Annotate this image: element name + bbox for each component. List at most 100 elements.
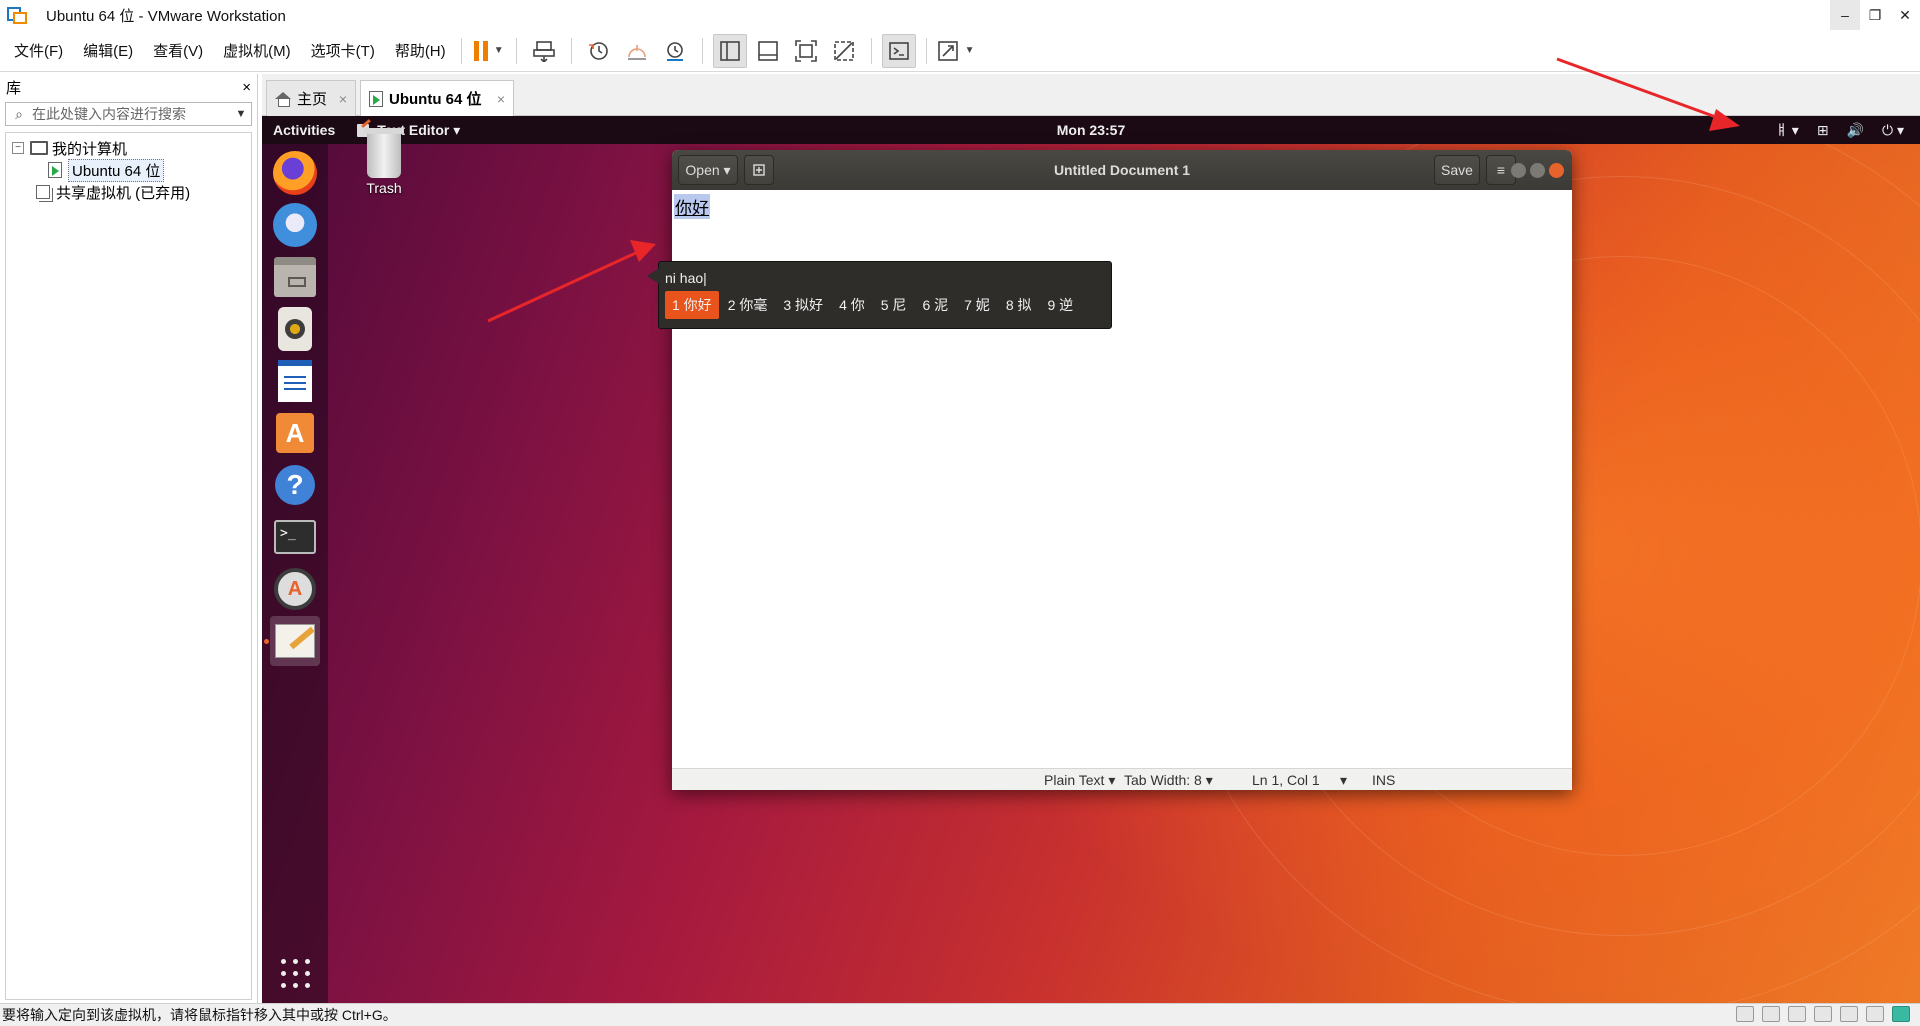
ime-candidate[interactable]: 6 泥 — [915, 291, 955, 319]
minimize-button[interactable]: – — [1830, 0, 1860, 30]
dock-thunderbird[interactable] — [270, 200, 320, 250]
ime-candidate[interactable]: 9 逆 — [1041, 291, 1081, 319]
maximize-icon[interactable] — [1530, 163, 1545, 178]
ime-candidate[interactable]: 3 拟好 — [776, 291, 830, 319]
dock-rhythmbox[interactable] — [270, 304, 320, 354]
ime-candidate[interactable]: 7 妮 — [957, 291, 997, 319]
firefox-icon — [273, 151, 317, 195]
message-log-icon[interactable] — [1892, 1006, 1910, 1022]
volume-icon[interactable]: 🔊 — [1847, 122, 1864, 139]
tree-label: 我的计算机 — [52, 140, 128, 158]
stretch-guest-button[interactable]: ▼ — [937, 34, 975, 68]
menu-vm[interactable]: 虚拟机(M) — [216, 40, 298, 61]
library-search[interactable]: ⌕ 在此处键入内容进行搜索 ▼ — [5, 102, 252, 126]
printer-icon[interactable] — [1814, 1006, 1832, 1022]
window-controls: – ❐ ✕ — [1830, 0, 1920, 30]
menu-file[interactable]: 文件(F) — [7, 40, 70, 61]
full-screen-icon — [794, 39, 817, 62]
library-title: 库 — [6, 79, 22, 97]
desktop-trash[interactable]: Trash — [349, 128, 419, 196]
tree-item-shared-vms[interactable]: 共享虚拟机 (已弃用) — [6, 181, 251, 203]
input-method-indicator[interactable]: ㅒ ▾ — [1775, 120, 1799, 140]
sound-card-icon[interactable] — [1840, 1006, 1858, 1022]
ime-candidate-list: 1 你好 2 你毫 3 拟好 4 你 5 尼 6 泥 7 妮 8 拟 9 逆 — [665, 291, 1082, 319]
ubuntu-dock: A ? >_ A — [262, 144, 328, 1003]
library-close-icon[interactable]: × — [242, 79, 251, 96]
show-library-button[interactable] — [712, 33, 747, 68]
dock-software-updater[interactable]: A — [270, 564, 320, 614]
vmware-app-icon — [6, 4, 28, 26]
clock[interactable]: Mon 23:57 — [262, 122, 1920, 138]
dock-software[interactable]: A — [270, 408, 320, 458]
send-ctrl-alt-del-button[interactable] — [527, 34, 561, 68]
vm-console[interactable]: Activities Text Editor ▾ Mon 23:57 ㅒ ▾ ⊞… — [262, 116, 1920, 1003]
home-icon — [275, 91, 291, 107]
tab-home[interactable]: 主页 × — [266, 80, 356, 116]
restore-button[interactable]: ❐ — [1860, 0, 1890, 30]
cd-dvd-icon[interactable] — [1762, 1006, 1780, 1022]
ime-candidate[interactable]: 1 你好 — [665, 291, 719, 319]
close-icon[interactable] — [1549, 163, 1564, 178]
show-applications-icon[interactable] — [281, 959, 311, 989]
thumbnail-bar-icon — [757, 40, 778, 61]
minimize-icon[interactable] — [1511, 163, 1526, 178]
writer-icon — [278, 360, 312, 402]
revert-snapshot-button[interactable] — [620, 34, 654, 68]
menu-view[interactable]: 查看(V) — [146, 40, 210, 61]
menu-edit[interactable]: 编辑(E) — [76, 40, 140, 61]
document-text[interactable]: 你好 — [674, 194, 710, 219]
gnome-top-bar: Activities Text Editor ▾ Mon 23:57 ㅒ ▾ ⊞… — [262, 116, 1920, 144]
chevron-down-icon[interactable]: ▾ — [1340, 772, 1347, 789]
toolbar-divider — [925, 37, 927, 64]
save-button[interactable]: Save — [1434, 155, 1480, 185]
cursor-position[interactable]: Ln 1, Col 1 — [1252, 772, 1320, 788]
tab-close-icon[interactable]: × — [339, 91, 347, 107]
dock-writer[interactable] — [270, 356, 320, 406]
ime-candidate[interactable]: 5 尼 — [874, 291, 914, 319]
full-screen-button[interactable] — [789, 34, 823, 68]
menu-toolbar: 文件(F) 编辑(E) 查看(V) 虚拟机(M) 选项卡(T) 帮助(H) ▼ … — [0, 30, 1920, 72]
dock-firefox[interactable] — [270, 148, 320, 198]
show-thumbnail-bar-button[interactable] — [751, 34, 785, 68]
tab-width-selector[interactable]: Tab Width: 8 ▾ — [1124, 772, 1213, 789]
network-icon[interactable]: ⊞ — [1817, 122, 1829, 139]
thunderbird-icon — [273, 203, 317, 247]
chevron-down-icon[interactable]: ▼ — [231, 108, 251, 120]
unity-mode-button[interactable] — [827, 34, 861, 68]
collapse-icon[interactable]: − — [12, 142, 24, 154]
chevron-down-icon[interactable]: ▼ — [965, 45, 975, 56]
dock-files[interactable] — [270, 252, 320, 302]
menu-help[interactable]: 帮助(H) — [388, 40, 453, 61]
hard-disk-icon[interactable] — [1736, 1006, 1754, 1022]
tab-ubuntu[interactable]: Ubuntu 64 位 × — [360, 80, 514, 116]
ime-candidate[interactable]: 4 你 — [832, 291, 872, 319]
tree-label: 共享虚拟机 (已弃用) — [56, 184, 191, 202]
pause-button[interactable]: ▼ — [472, 34, 506, 68]
ime-candidate[interactable]: 2 你毫 — [721, 291, 775, 319]
device-icons — [1736, 1006, 1910, 1022]
ime-preedit: ni hao| — [665, 270, 707, 286]
network-adapter-icon[interactable] — [1788, 1006, 1806, 1022]
snapshot-button[interactable] — [582, 34, 616, 68]
activities-button[interactable]: Activities — [273, 122, 335, 138]
display-icon[interactable] — [1866, 1006, 1884, 1022]
snapshot-manager-button[interactable] — [658, 34, 692, 68]
library-tree: − 我的计算机 Ubuntu 64 位 共享虚拟机 (已弃用) — [5, 132, 252, 1000]
dock-help[interactable]: ? — [270, 460, 320, 510]
chevron-down-icon[interactable]: ▼ — [494, 45, 504, 56]
tree-item-my-computer[interactable]: − 我的计算机 — [6, 137, 251, 159]
ime-candidate[interactable]: 8 拟 — [999, 291, 1039, 319]
dock-terminal[interactable]: >_ — [270, 512, 320, 562]
dock-text-editor[interactable] — [270, 616, 320, 666]
power-menu[interactable]: ⏻ ▾ — [1882, 122, 1904, 139]
tree-item-ubuntu-vm[interactable]: Ubuntu 64 位 — [6, 158, 251, 182]
menu-tabs[interactable]: 选项卡(T) — [304, 40, 382, 61]
console-view-button[interactable] — [881, 33, 916, 68]
library-search-placeholder[interactable]: 在此处键入内容进行搜索 — [32, 104, 186, 124]
files-icon — [274, 257, 316, 297]
library-header: 库 × — [0, 74, 257, 100]
ime-candidate-popup: ni hao| 1 你好 2 你毫 3 拟好 4 你 5 尼 6 泥 7 妮 8… — [647, 261, 1112, 329]
close-button[interactable]: ✕ — [1890, 0, 1920, 30]
language-selector[interactable]: Plain Text ▾ — [1044, 772, 1115, 789]
tab-close-icon[interactable]: × — [497, 91, 505, 107]
